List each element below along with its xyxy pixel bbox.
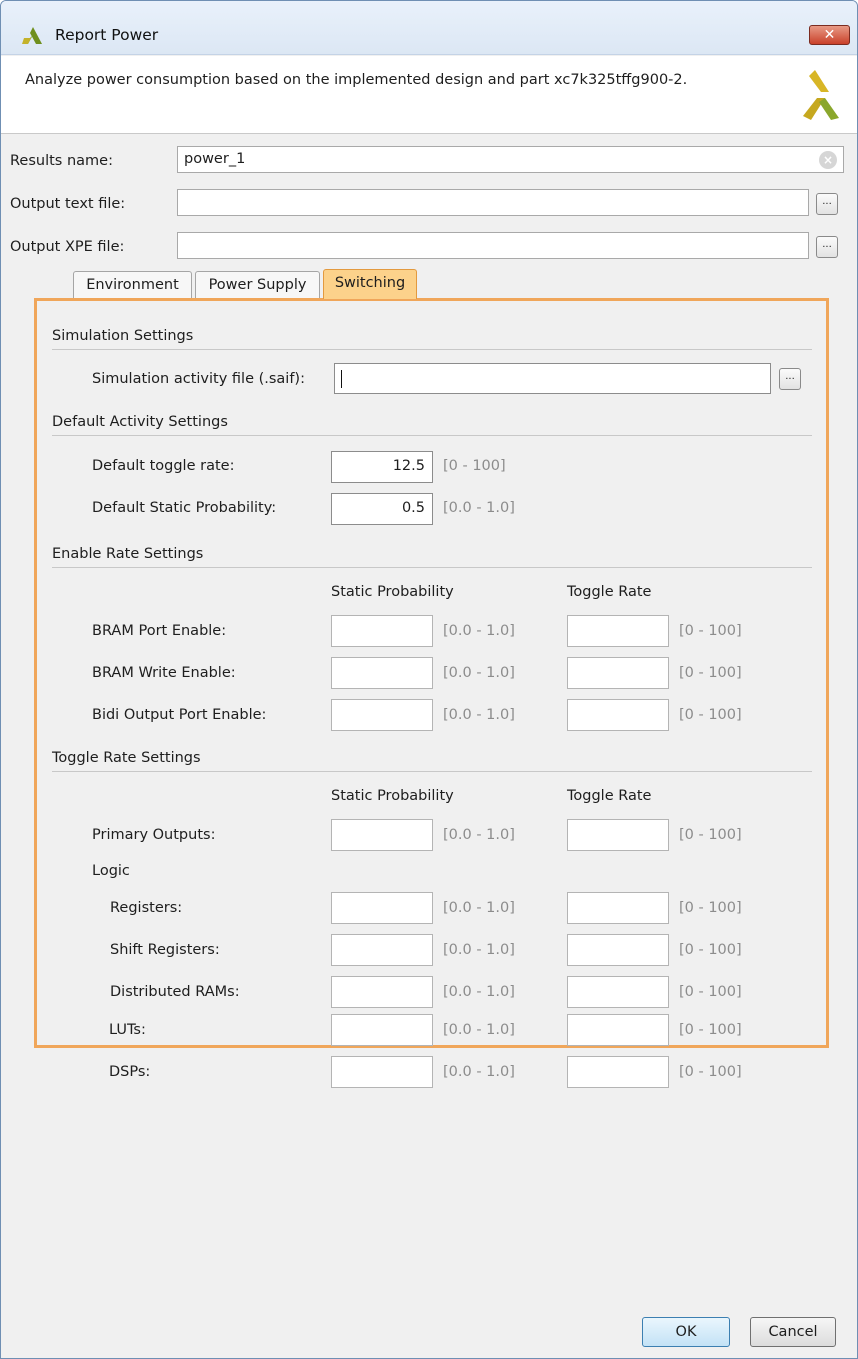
window-title: Report Power — [55, 26, 159, 44]
report-power-dialog: Report Power ✕ Analyze power consumption… — [0, 0, 858, 1359]
static-probability-range: [0.0 - 1.0] — [443, 1022, 515, 1038]
toggle-rate-range: [0 - 100] — [679, 1022, 742, 1038]
title-bar: Report Power ✕ — [1, 1, 857, 55]
close-button[interactable]: ✕ — [809, 25, 850, 45]
tab-switching[interactable]: Switching — [323, 269, 417, 299]
browse-text-file-button[interactable]: ... — [816, 193, 838, 215]
xilinx-logo-icon — [803, 70, 839, 120]
cancel-button[interactable]: Cancel — [750, 1317, 836, 1347]
description-banner: Analyze power consumption based on the i… — [1, 56, 857, 134]
toggle-rate-range: [0 - 100] — [679, 1064, 742, 1080]
results-name-label: Results name: — [10, 153, 113, 169]
static-probability-range: [0.0 - 1.0] — [443, 1064, 515, 1080]
dsps-static-probability-input[interactable] — [331, 1056, 433, 1088]
luts-toggle-rate-input[interactable] — [567, 1014, 669, 1046]
dsps-toggle-rate-input[interactable] — [567, 1056, 669, 1088]
output-xpe-file-label: Output XPE file: — [10, 239, 125, 255]
tab-power-supply[interactable]: Power Supply — [195, 271, 320, 299]
switching-panel-lower — [37, 301, 826, 1045]
output-text-file-label: Output text file: — [10, 196, 126, 212]
clear-icon[interactable]: × — [819, 151, 837, 169]
output-text-file-input[interactable] — [177, 189, 809, 216]
output-xpe-file-input[interactable] — [177, 232, 809, 259]
browse-xpe-file-button[interactable]: ... — [816, 236, 838, 258]
vivado-app-icon — [22, 27, 42, 44]
dsps-label: DSPs: — [109, 1064, 151, 1080]
luts-static-probability-input[interactable] — [331, 1014, 433, 1046]
banner-description: Analyze power consumption based on the i… — [25, 72, 688, 88]
luts-label: LUTs: — [109, 1022, 146, 1038]
ok-button[interactable]: OK — [642, 1317, 730, 1347]
results-name-input[interactable]: power_1 — [177, 146, 844, 173]
tab-environment[interactable]: Environment — [73, 271, 192, 299]
